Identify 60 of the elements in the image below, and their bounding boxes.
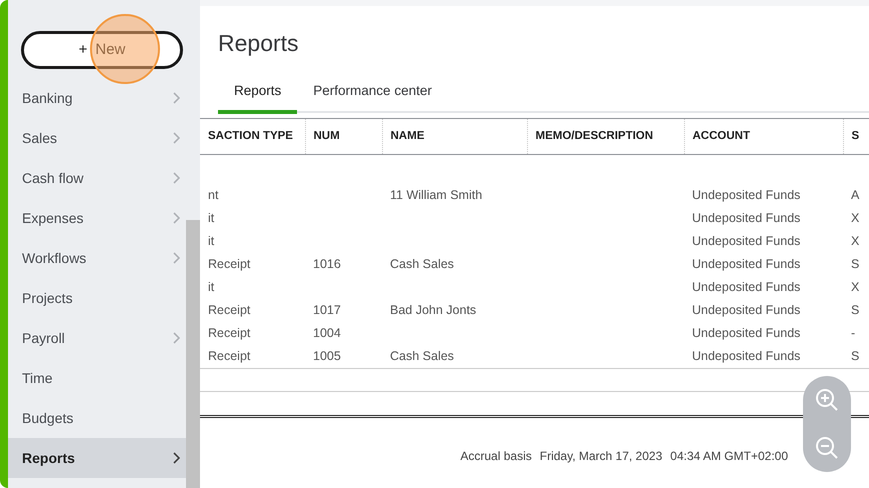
sidebar-item[interactable]: Workflows [8, 238, 186, 278]
footer-text: 04:34 AM GMT+02:00 [670, 448, 788, 465]
sidebar-item[interactable]: Sales [8, 118, 186, 158]
table-cell: Cash Sales [390, 349, 454, 364]
table-cell: Receipt [208, 257, 250, 272]
footer-text: Accrual basis [460, 448, 532, 465]
sidebar-item[interactable]: Reports [8, 438, 186, 478]
sidebar-item[interactable]: Time [8, 358, 186, 398]
zoom-out-icon [814, 435, 840, 461]
column-header[interactable]: SACTION TYPE [200, 118, 305, 154]
table-cell: Undeposited Funds [692, 280, 800, 294]
table-cell: - [851, 326, 856, 340]
table-cell: X [851, 234, 860, 248]
sidebar-item[interactable]: Projects [8, 278, 186, 318]
table-cell: Receipt [208, 326, 250, 340]
table-cell: it [208, 211, 214, 226]
table-cell: Receipt [208, 349, 250, 364]
column-header[interactable]: S [843, 118, 869, 154]
sidebar-item[interactable]: Expenses [8, 198, 186, 238]
table-cell: Undeposited Funds [692, 349, 800, 364]
tab[interactable]: Reports [218, 74, 298, 114]
zoom-in-icon [814, 387, 840, 413]
table-cell: it [208, 280, 214, 294]
new-button[interactable]: + New [21, 31, 183, 69]
sidebar-item[interactable]: Cash flow [8, 158, 186, 198]
table-cell: it [208, 234, 214, 248]
table-cell: A [851, 188, 860, 202]
tab[interactable]: Performance center [297, 74, 448, 114]
sidebar-item[interactable]: Budgets [8, 398, 186, 438]
table-cell: X [851, 211, 860, 226]
table-cell: Undeposited Funds [692, 257, 800, 272]
footer-text: Friday, March 17, 2023 [540, 448, 662, 465]
table-cell: X [851, 280, 860, 294]
scrollbar[interactable] [186, 220, 200, 488]
table-cell: S [851, 303, 860, 318]
table-cell: Receipt [208, 303, 250, 318]
table-cell: 11 William Smith [390, 188, 482, 202]
table-cell: 1004 [313, 326, 341, 340]
table-cell: Undeposited Funds [692, 188, 800, 202]
column-header[interactable]: NAME [382, 118, 527, 154]
table-cell: S [851, 349, 860, 364]
table-cell: nt [208, 188, 218, 202]
column-header[interactable]: MEMO/DESCRIPTION [527, 118, 684, 154]
column-header[interactable]: NUM [305, 118, 382, 154]
table-cell: Bad John Jonts [390, 303, 476, 318]
table-cell: Undeposited Funds [692, 326, 800, 340]
sidebar-item[interactable]: Banking [8, 78, 186, 118]
table-cell: Undeposited Funds [692, 211, 800, 226]
table-cell: S [851, 257, 860, 272]
column-header[interactable]: ACCOUNT [684, 118, 843, 154]
table-cell: 1016 [313, 257, 341, 272]
table-cell: 1017 [313, 303, 341, 318]
table-cell: Cash Sales [390, 257, 454, 272]
sidebar-item[interactable]: Payroll [8, 318, 186, 358]
button-label: New [95, 40, 126, 60]
table-cell: Undeposited Funds [692, 234, 800, 248]
page-title: Reports [218, 29, 300, 58]
table-cell: 1005 [313, 349, 341, 364]
plus-icon: + [78, 38, 88, 62]
table-cell: Undeposited Funds [692, 303, 800, 318]
